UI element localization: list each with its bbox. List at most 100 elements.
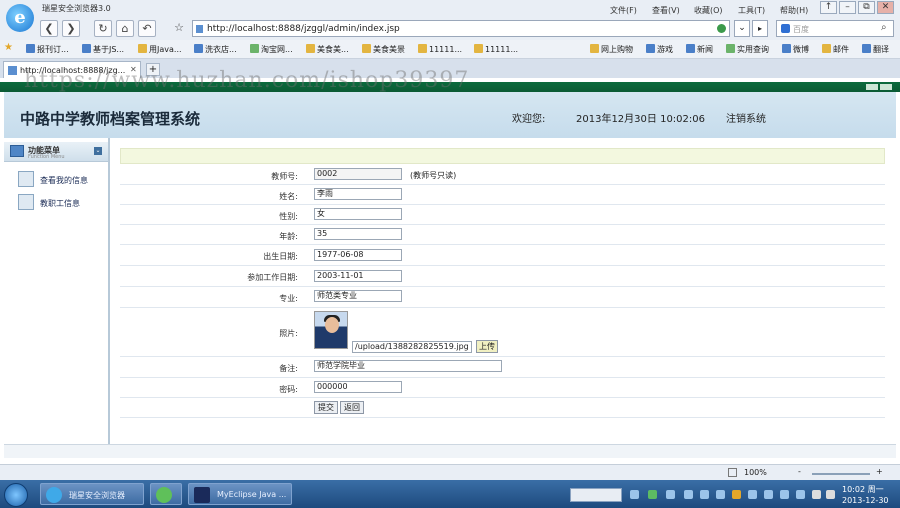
sidebar-item-staff-info[interactable]: 教职工信息 (18, 194, 104, 212)
menu-file[interactable]: 文件(F) (610, 5, 637, 16)
bookmark-item[interactable]: 邮件 (822, 44, 849, 55)
bookmark-item[interactable]: 用Java... (138, 44, 182, 55)
ime-toolbar[interactable] (570, 488, 622, 502)
readonly-note: (教师号只读) (410, 171, 457, 180)
address-bar[interactable]: http://localhost:8888/jzggl/admin/index.… (192, 20, 730, 37)
address-text: http://localhost:8888/jzggl/admin/index.… (207, 24, 400, 34)
folder-icon (474, 44, 483, 53)
search-icon[interactable]: ⌕ (881, 22, 887, 33)
zoom-in-icon[interactable]: + (876, 467, 883, 476)
strip-button[interactable] (880, 84, 892, 90)
search-input[interactable]: 百度 ⌕ (776, 20, 894, 37)
minimize-button[interactable]: – (839, 1, 856, 14)
ie-icon (156, 487, 172, 503)
sidebar-item-my-info[interactable]: 查看我的信息 (18, 171, 104, 189)
submit-button[interactable]: 提交 (314, 401, 338, 414)
birthdate-field[interactable]: 1977-06-08 (314, 249, 402, 261)
gender-field[interactable]: 女 (314, 208, 402, 220)
taskbar-item-ie[interactable] (150, 483, 182, 505)
volume-icon[interactable] (812, 490, 821, 499)
zoom-out-icon[interactable]: - (798, 467, 801, 476)
tray-icon[interactable] (764, 490, 773, 499)
undo-close-button[interactable]: ↶ (138, 20, 156, 37)
back-button[interactable]: 返回 (340, 401, 364, 414)
favorite-star-icon[interactable]: ☆ (170, 20, 188, 37)
bookmark-item[interactable]: 基于JS... (82, 44, 124, 55)
refresh-button[interactable]: ↻ (94, 20, 112, 37)
bookmark-item[interactable]: 洗衣店... (194, 44, 237, 55)
field-label: 备注: (279, 364, 298, 373)
major-field[interactable]: 师范类专业 (314, 290, 402, 302)
network-icon[interactable] (826, 490, 835, 499)
pin-button[interactable]: ↑ (820, 1, 837, 14)
maximize-button[interactable]: ⧉ (858, 1, 875, 14)
menu-icon (10, 145, 24, 157)
address-dropdown-icon[interactable]: ⌄ (734, 20, 750, 37)
home-button[interactable]: ⌂ (116, 20, 134, 37)
go-arrow-icon[interactable]: ▸ (752, 20, 768, 37)
form-row-work-date: 参加工作日期: 2003-11-01 (120, 266, 885, 287)
page-mode-icon[interactable] (728, 468, 737, 477)
taskbar-item-myeclipse[interactable]: MyEclipse Java ... (188, 483, 292, 505)
photo-path-field[interactable]: /upload/1388282825519.jpg (352, 341, 472, 353)
upload-button[interactable]: 上传 (476, 340, 498, 353)
tray-icon[interactable] (780, 490, 789, 499)
tray-icon[interactable] (796, 490, 805, 499)
bookmark-icon (82, 44, 91, 53)
menu-tools[interactable]: 工具(T) (738, 5, 765, 16)
bookmark-item[interactable]: 11111... (474, 44, 518, 54)
tray-icon[interactable] (716, 490, 725, 499)
menu-help[interactable]: 帮助(H) (780, 5, 808, 16)
bookmark-item[interactable]: 美食美... (306, 44, 349, 55)
bookmark-item[interactable]: 11111... (418, 44, 462, 54)
logout-link[interactable]: 注销系统 (726, 110, 766, 125)
bookmark-item[interactable]: 网上购物 (590, 44, 633, 55)
zoom-level[interactable]: 100% (744, 468, 767, 477)
bookmark-item[interactable]: 游戏 (646, 44, 673, 55)
folder-icon (138, 44, 147, 53)
name-field[interactable]: 李雨 (314, 188, 402, 200)
strip-button[interactable] (866, 84, 878, 90)
close-window-button[interactable]: ✕ (877, 1, 894, 14)
page-footer-bar (4, 444, 896, 458)
system-clock[interactable]: 10:02 周一 2013-12-30 (842, 484, 889, 506)
taskbar-item-browser[interactable]: 瑞星安全浏览器 (40, 483, 144, 505)
field-label: 年龄: (279, 232, 298, 241)
menu-favorites[interactable]: 收藏(O) (694, 5, 723, 16)
tray-icon[interactable] (684, 490, 693, 499)
password-field[interactable]: 000000 (314, 381, 402, 393)
favorites-star-icon[interactable]: ★ (4, 42, 13, 53)
teacher-id-field[interactable]: 0002 (314, 168, 402, 180)
start-button-icon[interactable] (4, 483, 28, 507)
remark-field[interactable]: 师范学院毕业 (314, 360, 502, 372)
zoom-slider[interactable] (812, 473, 870, 475)
tray-icon[interactable] (630, 490, 639, 499)
bookmark-item[interactable]: 新闻 (686, 44, 713, 55)
bookmark-item[interactable]: 微博 (782, 44, 809, 55)
clock-time: 10:02 周一 (842, 485, 884, 494)
forward-button[interactable]: ❯ (62, 20, 80, 37)
sidebar-item-label: 教职工信息 (40, 199, 80, 208)
work-date-field[interactable]: 2003-11-01 (314, 270, 402, 282)
tray-icon[interactable] (748, 490, 757, 499)
tray-icon[interactable] (700, 490, 709, 499)
back-button[interactable]: ❮ (40, 20, 58, 37)
tray-icon[interactable] (666, 490, 675, 499)
bookmark-item[interactable]: 实用查询 (726, 44, 769, 55)
age-field[interactable]: 35 (314, 228, 402, 240)
bookmark-item[interactable]: 翻译 (862, 44, 889, 55)
query-icon (726, 44, 735, 53)
form-row-actions: 提交 返回 (120, 398, 885, 418)
browser-status-bar: 100% - + (0, 464, 900, 480)
menu-view[interactable]: 查看(V) (652, 5, 680, 16)
bookmark-icon (26, 44, 35, 53)
bookmark-item[interactable]: 报刊订... (26, 44, 69, 55)
bookmark-item[interactable]: 美食美景 (362, 44, 405, 55)
collapse-icon[interactable]: ⌄ (94, 147, 102, 155)
field-label: 姓名: (279, 192, 298, 201)
tray-icon[interactable] (648, 490, 657, 499)
myeclipse-icon (194, 487, 210, 503)
bookmark-item[interactable]: 淘宝网... (250, 44, 293, 55)
field-label: 专业: (279, 294, 298, 303)
tray-icon[interactable] (732, 490, 741, 499)
